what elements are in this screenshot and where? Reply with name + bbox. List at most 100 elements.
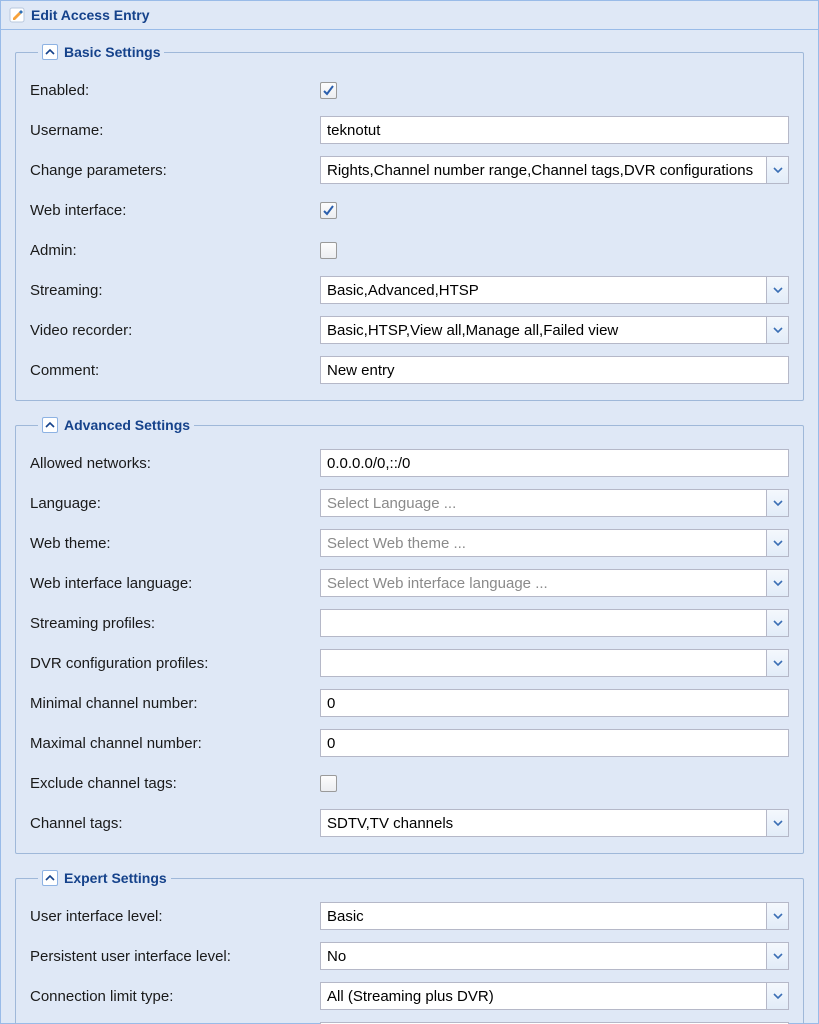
input-min-channel[interactable] — [320, 689, 789, 717]
edit-access-entry-panel: Edit Access Entry Basic Settings Enabled… — [0, 0, 819, 1024]
combo-persistent-ui-level-trigger[interactable] — [766, 943, 788, 969]
combo-web-theme-trigger[interactable] — [766, 530, 788, 556]
row-web-theme: Web theme: — [30, 529, 789, 557]
input-username[interactable] — [320, 116, 789, 144]
label-conn-limit-type: Connection limit type: — [30, 988, 320, 1005]
panel-header: Edit Access Entry — [1, 1, 818, 30]
row-username: Username: — [30, 116, 789, 144]
combo-web-theme[interactable] — [320, 529, 789, 557]
row-enabled: Enabled: — [30, 76, 789, 104]
section-basic-settings: Basic Settings Enabled: Username: Change… — [15, 44, 804, 401]
label-video-recorder: Video recorder: — [30, 322, 320, 339]
edit-icon — [9, 7, 25, 23]
row-max-channel: Maximal channel number: — [30, 729, 789, 757]
combo-streaming-profiles-trigger[interactable] — [766, 610, 788, 636]
combo-streaming-profiles-input[interactable] — [321, 610, 766, 636]
combo-video-recorder-input[interactable] — [321, 317, 766, 343]
row-web-interface: Web interface: — [30, 196, 789, 224]
combo-channel-tags-trigger[interactable] — [766, 810, 788, 836]
combo-web-interface-language-input[interactable] — [321, 570, 766, 596]
combo-video-recorder-trigger[interactable] — [766, 317, 788, 343]
combo-web-interface-language[interactable] — [320, 569, 789, 597]
combo-language-trigger[interactable] — [766, 490, 788, 516]
row-language: Language: — [30, 489, 789, 517]
combo-web-theme-input[interactable] — [321, 530, 766, 556]
label-web-interface: Web interface: — [30, 202, 320, 219]
row-web-interface-language: Web interface language: — [30, 569, 789, 597]
combo-conn-limit-type-trigger[interactable] — [766, 983, 788, 1009]
checkbox-exclude-channel-tags[interactable] — [320, 775, 337, 792]
collapse-basic-button[interactable] — [42, 44, 58, 60]
row-streaming: Streaming: — [30, 276, 789, 304]
row-allowed-networks: Allowed networks: — [30, 449, 789, 477]
label-persistent-ui-level: Persistent user interface level: — [30, 948, 320, 965]
collapse-advanced-button[interactable] — [42, 417, 58, 433]
panel-body: Basic Settings Enabled: Username: Change… — [1, 30, 818, 1024]
combo-video-recorder[interactable] — [320, 316, 789, 344]
combo-conn-limit-type[interactable] — [320, 982, 789, 1010]
label-change-parameters: Change parameters: — [30, 162, 320, 179]
combo-dvr-config-profiles-trigger[interactable] — [766, 650, 788, 676]
row-channel-tags: Channel tags: — [30, 809, 789, 837]
label-streaming: Streaming: — [30, 282, 320, 299]
row-streaming-profiles: Streaming profiles: — [30, 609, 789, 637]
label-web-theme: Web theme: — [30, 535, 320, 552]
label-max-channel: Maximal channel number: — [30, 735, 320, 752]
label-channel-tags: Channel tags: — [30, 815, 320, 832]
combo-change-parameters[interactable] — [320, 156, 789, 184]
label-username: Username: — [30, 122, 320, 139]
combo-streaming-input[interactable] — [321, 277, 766, 303]
row-conn-limit-type: Connection limit type: — [30, 982, 789, 1010]
section-advanced-settings: Advanced Settings Allowed networks: Lang… — [15, 417, 804, 854]
combo-ui-level[interactable] — [320, 902, 789, 930]
combo-change-parameters-input[interactable] — [321, 157, 766, 183]
combo-streaming[interactable] — [320, 276, 789, 304]
row-min-channel: Minimal channel number: — [30, 689, 789, 717]
label-comment: Comment: — [30, 362, 320, 379]
label-allowed-networks: Allowed networks: — [30, 455, 320, 472]
combo-channel-tags-input[interactable] — [321, 810, 766, 836]
combo-persistent-ui-level[interactable] — [320, 942, 789, 970]
row-dvr-config-profiles: DVR configuration profiles: — [30, 649, 789, 677]
combo-persistent-ui-level-input[interactable] — [321, 943, 766, 969]
combo-conn-limit-type-input[interactable] — [321, 983, 766, 1009]
row-ui-level: User interface level: — [30, 902, 789, 930]
combo-web-interface-language-trigger[interactable] — [766, 570, 788, 596]
input-max-channel[interactable] — [320, 729, 789, 757]
row-exclude-channel-tags: Exclude channel tags: — [30, 769, 789, 797]
combo-language[interactable] — [320, 489, 789, 517]
section-expert-settings: Expert Settings User interface level: Pe… — [15, 870, 804, 1024]
collapse-expert-button[interactable] — [42, 870, 58, 886]
row-change-parameters: Change parameters: — [30, 156, 789, 184]
label-language: Language: — [30, 495, 320, 512]
label-web-interface-language: Web interface language: — [30, 575, 320, 592]
combo-dvr-config-profiles-input[interactable] — [321, 650, 766, 676]
checkbox-admin[interactable] — [320, 242, 337, 259]
combo-channel-tags[interactable] — [320, 809, 789, 837]
row-comment: Comment: — [30, 356, 789, 384]
label-enabled: Enabled: — [30, 82, 320, 99]
label-ui-level: User interface level: — [30, 908, 320, 925]
panel-title: Edit Access Entry — [31, 7, 150, 23]
combo-streaming-trigger[interactable] — [766, 277, 788, 303]
combo-dvr-config-profiles[interactable] — [320, 649, 789, 677]
label-exclude-channel-tags: Exclude channel tags: — [30, 775, 320, 792]
checkbox-web-interface[interactable] — [320, 202, 337, 219]
row-video-recorder: Video recorder: — [30, 316, 789, 344]
label-dvr-config-profiles: DVR configuration profiles: — [30, 655, 320, 672]
label-streaming-profiles: Streaming profiles: — [30, 615, 320, 632]
combo-ui-level-trigger[interactable] — [766, 903, 788, 929]
label-min-channel: Minimal channel number: — [30, 695, 320, 712]
row-admin: Admin: — [30, 236, 789, 264]
section-basic-title: Basic Settings — [64, 44, 160, 60]
label-admin: Admin: — [30, 242, 320, 259]
checkbox-enabled[interactable] — [320, 82, 337, 99]
input-allowed-networks[interactable] — [320, 449, 789, 477]
combo-streaming-profiles[interactable] — [320, 609, 789, 637]
combo-language-input[interactable] — [321, 490, 766, 516]
input-comment[interactable] — [320, 356, 789, 384]
combo-change-parameters-trigger[interactable] — [766, 157, 788, 183]
row-persistent-ui-level: Persistent user interface level: — [30, 942, 789, 970]
section-advanced-title: Advanced Settings — [64, 417, 190, 433]
combo-ui-level-input[interactable] — [321, 903, 766, 929]
